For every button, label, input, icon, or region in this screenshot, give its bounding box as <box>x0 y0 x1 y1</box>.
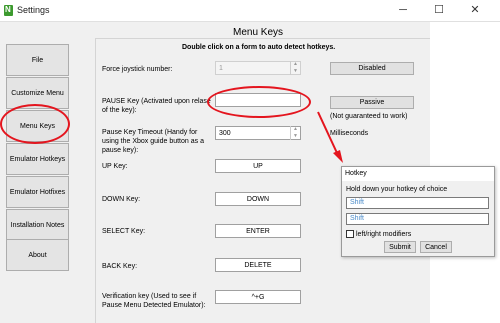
window-title: Settings <box>17 5 50 15</box>
spinner-down-icon[interactable]: ▼ <box>291 133 300 140</box>
hotkey-field-secondary[interactable]: Shift <box>346 213 489 225</box>
left-right-modifiers-label: left/right modifiers <box>356 231 412 238</box>
app-icon <box>4 5 13 16</box>
sidebar-item-installation-notes[interactable]: Installation Notes <box>6 209 69 241</box>
spinner-down-icon[interactable]: ▼ <box>291 68 300 75</box>
pause-timeout-input[interactable]: 300 <box>215 126 301 140</box>
sidebar-item-file[interactable]: File <box>6 44 69 76</box>
down-key-label: DOWN Key: <box>102 196 141 203</box>
sidebar-highlight-ellipse <box>0 104 70 144</box>
pause-timeout-label: Pause Key Timeout (Handy for using the X… <box>102 129 204 154</box>
hotkey-cancel-button[interactable]: Cancel <box>420 241 452 253</box>
verification-key-input[interactable]: ^+G <box>215 290 301 304</box>
passive-button[interactable]: Passive <box>330 96 414 109</box>
hotkey-instruction: Hold down your hotkey of choice <box>346 186 448 193</box>
hotkey-dialog: Hotkey Hold down your hotkey of choice S… <box>341 166 495 257</box>
passive-note: (Not guaranteed to work) <box>330 113 408 120</box>
spinner-up-icon[interactable]: ▲ <box>291 61 300 68</box>
left-right-modifiers-checkbox[interactable] <box>346 230 354 238</box>
minimize-button[interactable]: ─ <box>388 0 418 22</box>
close-button[interactable]: ✕ <box>460 0 490 22</box>
maximize-button[interactable]: ☐ <box>424 0 454 22</box>
instruction-text: Double click on a form to auto detect ho… <box>182 44 336 51</box>
hotkey-submit-button[interactable]: Submit <box>384 241 416 253</box>
pause-key-highlight-ellipse <box>207 86 311 118</box>
page-title: Menu Keys <box>233 27 284 38</box>
verification-key-label: Verification key (Used to see if Pause M… <box>102 293 206 309</box>
sidebar-item-about[interactable]: About <box>6 239 69 271</box>
pause-key-label: PAUSE Key (Activated upon relase of the … <box>102 98 211 114</box>
joystick-number-input[interactable]: 1 <box>215 61 301 75</box>
select-key-input[interactable]: ENTER <box>215 224 301 238</box>
up-key-label: UP Key: <box>102 163 128 170</box>
timeout-spinner[interactable]: ▲ ▼ <box>290 126 300 140</box>
select-key-label: SELECT Key: <box>102 228 146 235</box>
down-key-input[interactable]: DOWN <box>215 192 301 206</box>
joystick-label: Force joystick number: <box>102 66 173 73</box>
back-key-input[interactable]: DELETE <box>215 258 301 272</box>
sidebar-item-emulator-hotfixes[interactable]: Emulator Hotfixes <box>6 176 69 208</box>
up-key-input[interactable]: UP <box>215 159 301 173</box>
spinner-up-icon[interactable]: ▲ <box>291 126 300 133</box>
milliseconds-label: Milliseconds <box>330 130 369 137</box>
back-key-label: BACK Key: <box>102 263 138 270</box>
sidebar-item-emulator-hotkeys[interactable]: Emulator Hotkeys <box>6 143 69 175</box>
joystick-disabled-button[interactable]: Disabled <box>330 62 414 75</box>
joystick-spinner[interactable]: ▲ ▼ <box>290 61 300 75</box>
hotkey-dialog-title: Hotkey <box>342 167 494 181</box>
title-bar: Settings ─ ☐ ✕ <box>0 0 500 22</box>
hotkey-field-primary[interactable]: Shift <box>346 197 489 209</box>
